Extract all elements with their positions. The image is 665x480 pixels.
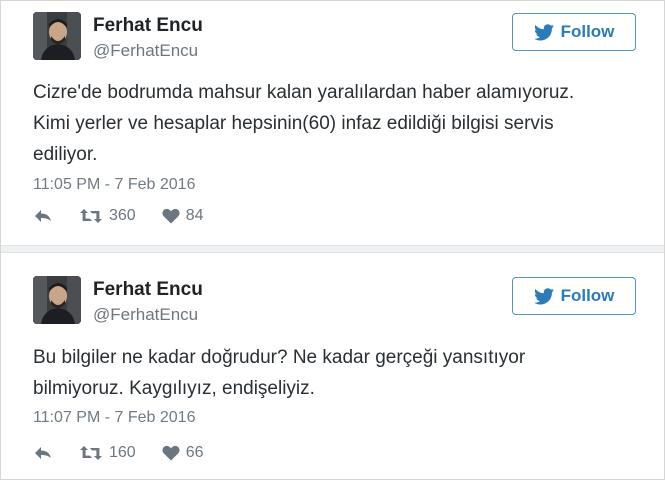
tweet-text-line: Cizre'de bodrumda mahsur kalan yaralılar… [33,82,575,103]
follow-button[interactable]: Follow [512,13,636,51]
like-button[interactable]: 84 [162,207,204,225]
tweet-text: Cizre'de bodrumda mahsur kalan yaralılar… [33,77,643,170]
retweet-count: 360 [109,207,136,224]
tweet-actions: 360 84 [33,207,230,225]
tweet-text-line: ediliyor. [33,144,98,165]
bird-icon [533,287,554,304]
retweet-icon [80,446,102,460]
heart-icon [162,208,180,224]
tweet-text-line: bilmiyoruz. Kaygılıyız, endişeliyiz. [33,378,315,399]
like-button[interactable]: 66 [162,444,204,462]
tweet-timestamp[interactable]: 11:05 PM - 7 Feb 2016 [33,176,195,194]
follow-button[interactable]: Follow [512,277,636,315]
retweet-count: 160 [109,444,136,461]
tweet-actions: 160 66 [33,444,230,462]
reply-icon [35,210,51,222]
reply-button[interactable] [33,208,53,224]
tweet-divider [1,245,664,253]
like-count: 66 [185,444,204,461]
display-name[interactable]: Ferhat Encu [93,15,203,37]
tweet-screenshot: Ferhat Encu @FerhatEncu Follow Cizre'de … [0,0,665,480]
retweet-button[interactable]: 360 [79,207,136,225]
user-handle[interactable]: @FerhatEncu [93,41,198,61]
tweet-text: Bu bilgiler ne kadar doğrudur? Ne kadar … [33,342,643,404]
tweet-text-line: Bu bilgiler ne kadar doğrudur? Ne kadar … [33,347,526,368]
follow-label: Follow [560,286,615,305]
follow-label: Follow [560,22,615,41]
heart-icon [162,445,180,461]
tweet-text-line: Kimi yerler ve hesaplar hepsinin(60) inf… [33,113,554,134]
bird-icon [533,23,554,40]
tweet-timestamp[interactable]: 11:07 PM - 7 Feb 2016 [33,409,195,427]
tweet-card: Ferhat Encu @FerhatEncu Follow Bu bilgil… [1,253,664,479]
avatar[interactable] [33,12,81,60]
display-name[interactable]: Ferhat Encu [93,279,203,301]
user-handle[interactable]: @FerhatEncu [93,305,198,325]
avatar[interactable] [33,276,81,324]
avatar-photo [33,12,81,60]
avatar-photo [33,276,81,324]
reply-button[interactable] [33,445,53,461]
tweet-card: Ferhat Encu @FerhatEncu Follow Cizre'de … [1,1,664,245]
retweet-icon [80,209,102,223]
reply-icon [35,447,51,459]
retweet-button[interactable]: 160 [79,444,136,462]
like-count: 84 [185,207,204,224]
